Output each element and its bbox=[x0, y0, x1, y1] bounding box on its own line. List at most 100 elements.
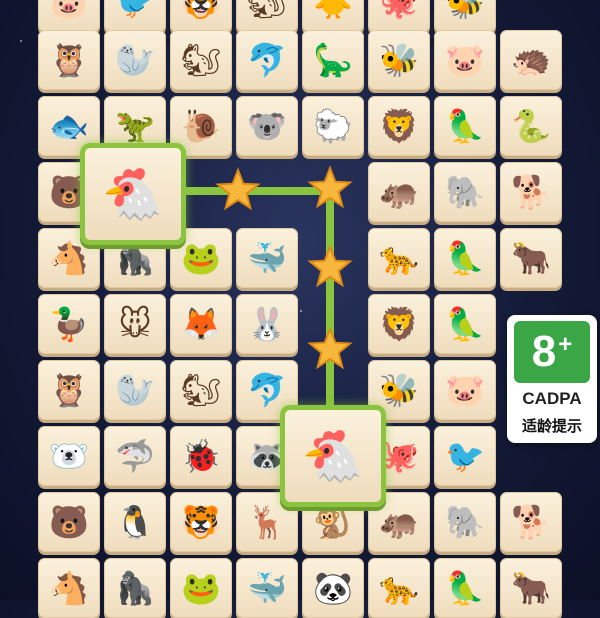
animal-icon: 🐝 bbox=[379, 41, 419, 79]
tile[interactable]: 🦜 bbox=[434, 228, 496, 288]
animal-icon: 🐟 bbox=[49, 107, 89, 145]
tile[interactable]: 🐧 bbox=[104, 492, 166, 552]
tile[interactable]: 🐿 bbox=[236, 0, 298, 32]
tile[interactable]: 🦁 bbox=[368, 96, 430, 156]
animal-icon: 🐷 bbox=[445, 371, 485, 409]
tile[interactable]: 🐼 bbox=[302, 558, 364, 618]
age-rating-org: CADPA bbox=[522, 389, 582, 408]
tile[interactable]: 🐻‍❄️ bbox=[38, 426, 100, 486]
animal-icon: 🦛 bbox=[379, 173, 419, 211]
animal-icon: 🦜 bbox=[445, 239, 485, 277]
animal-icon: 🐦 bbox=[445, 437, 485, 475]
tile[interactable]: 🦜 bbox=[434, 294, 496, 354]
tile[interactable]: 🐸 bbox=[170, 558, 232, 618]
tile[interactable]: 🐳 bbox=[236, 558, 298, 618]
animal-icon: 🐰 bbox=[247, 305, 287, 343]
animal-icon: 🐬 bbox=[247, 371, 287, 409]
animal-icon: 🐿 bbox=[180, 371, 222, 409]
tile[interactable]: 🦭 bbox=[104, 30, 166, 90]
tile[interactable]: 🦛 bbox=[368, 162, 430, 222]
tile[interactable]: 🦜 bbox=[434, 96, 496, 156]
tile[interactable]: 🐍 bbox=[500, 96, 562, 156]
animal-icon: 🐳 bbox=[247, 239, 287, 277]
animal-icon: 🐕 bbox=[511, 503, 551, 541]
animal-icon: 🐸 bbox=[181, 239, 221, 277]
tile[interactable]: 🐂 bbox=[500, 228, 562, 288]
animal-icon: 🐞 bbox=[181, 437, 221, 475]
tile[interactable]: 🐰 bbox=[236, 294, 298, 354]
tile[interactable]: 🐕 bbox=[500, 162, 562, 222]
age-rating-badge: 8 + CADPA 适龄提示 bbox=[507, 315, 597, 443]
tile[interactable]: 🐨 bbox=[236, 96, 298, 156]
animal-icon: 🐍 bbox=[511, 107, 551, 145]
animal-icon: 🦍 bbox=[115, 569, 155, 607]
tile[interactable]: 🐯 bbox=[170, 0, 232, 32]
tile[interactable]: 🐷 bbox=[434, 360, 496, 420]
chicken-tile-selected-bottom[interactable]: 🐔 bbox=[280, 405, 386, 507]
tile[interactable]: 🐳 bbox=[236, 228, 298, 288]
animal-icon: 🐴 bbox=[49, 569, 89, 607]
tile[interactable]: 🐷 bbox=[434, 30, 496, 90]
tile[interactable]: 🐂 bbox=[500, 558, 562, 618]
tile[interactable]: 🐷 bbox=[38, 0, 100, 32]
tile[interactable]: 🐻 bbox=[38, 492, 100, 552]
animal-icon: 🐭 bbox=[118, 305, 152, 343]
tile[interactable]: 🐦 bbox=[434, 426, 496, 486]
tile[interactable]: 🐝 bbox=[368, 30, 430, 90]
tile[interactable]: 🦜 bbox=[434, 558, 496, 618]
game-board: 🐷 🐦 🐯 🐿 🐥 🐙 🐝 🦉 🦭 🐿 🐬 🦕 🐝 🐷 🦔 🐟 🦖 🐌 🐨 🐑 🦁 🦜 🐍 🐻 🐔 🦛 🐘 🐕 🐴 🦍 🐸 🐳 🐆 🦜 🐂 🦆 🐭 🦊 🐰 🦁… bbox=[0, 0, 600, 618]
animal-icon: 🐸 bbox=[181, 569, 221, 607]
tile[interactable]: 🦕 bbox=[302, 30, 364, 90]
tile[interactable]: 🦉 bbox=[38, 360, 100, 420]
animal-icon: 🐼 bbox=[313, 569, 353, 607]
animal-icon: 🦖 bbox=[115, 107, 155, 145]
animal-icon: 🐷 bbox=[445, 41, 485, 79]
animal-icon: 🐒 bbox=[313, 503, 353, 541]
animal-icon: 🐘 bbox=[445, 173, 485, 211]
tile[interactable]: 🐙 bbox=[368, 0, 430, 32]
tile[interactable]: 🐥 bbox=[302, 0, 364, 32]
animal-icon: 🐝 bbox=[445, 0, 485, 21]
tile[interactable]: 🐦 bbox=[104, 0, 166, 32]
tile[interactable]: 🦆 bbox=[38, 294, 100, 354]
tile[interactable]: 🐞 bbox=[170, 426, 232, 486]
tile[interactable]: 🐭 bbox=[104, 294, 166, 354]
chicken-tile-selected-top[interactable]: 🐔 bbox=[80, 143, 186, 245]
age-rating-plus: + bbox=[558, 331, 573, 358]
animal-icon: 🐔 bbox=[301, 427, 365, 485]
animal-icon: 🦕 bbox=[313, 41, 353, 79]
animal-icon: 🦜 bbox=[445, 107, 485, 145]
tile[interactable]: 🐆 bbox=[368, 558, 430, 618]
tile[interactable]: 🦁 bbox=[368, 294, 430, 354]
tile[interactable]: 🐘 bbox=[434, 492, 496, 552]
animal-icon: 🐘 bbox=[445, 503, 485, 541]
animal-icon: 🐯 bbox=[181, 503, 221, 541]
animal-icon: 🐂 bbox=[511, 239, 551, 277]
animal-icon: 🦭 bbox=[115, 41, 155, 79]
tile[interactable]: 🦭 bbox=[104, 360, 166, 420]
tile[interactable]: 🐕 bbox=[500, 492, 562, 552]
animal-icon: 🐔 bbox=[101, 165, 165, 223]
tile[interactable]: 🐬 bbox=[236, 30, 298, 90]
tile[interactable]: 🐆 bbox=[368, 228, 430, 288]
animal-icon: 🦜 bbox=[445, 305, 485, 343]
animal-icon: 🐻‍❄️ bbox=[49, 437, 89, 475]
tile[interactable]: 🦊 bbox=[170, 294, 232, 354]
tile[interactable]: 🐴 bbox=[38, 558, 100, 618]
tile[interactable]: 🦈 bbox=[104, 426, 166, 486]
age-rating-hint: 适龄提示 bbox=[521, 417, 582, 435]
tile[interactable]: 🦔 bbox=[500, 30, 562, 90]
tile[interactable]: 🐘 bbox=[434, 162, 496, 222]
tile[interactable]: 🐿 bbox=[170, 360, 232, 420]
tile[interactable]: 🐯 bbox=[170, 492, 232, 552]
tile[interactable]: 🐑 bbox=[302, 96, 364, 156]
tile[interactable]: 🐝 bbox=[434, 0, 496, 32]
animal-icon: 🐯 bbox=[181, 0, 221, 21]
tile[interactable]: 🐿 bbox=[170, 30, 232, 90]
animal-icon: 🦁 bbox=[379, 107, 419, 145]
animal-icon: 🦈 bbox=[115, 437, 155, 475]
animal-icon: 🦉 bbox=[49, 41, 89, 79]
tile[interactable]: 🦉 bbox=[38, 30, 100, 90]
animal-icon: 🐻 bbox=[49, 503, 89, 541]
tile[interactable]: 🦍 bbox=[104, 558, 166, 618]
